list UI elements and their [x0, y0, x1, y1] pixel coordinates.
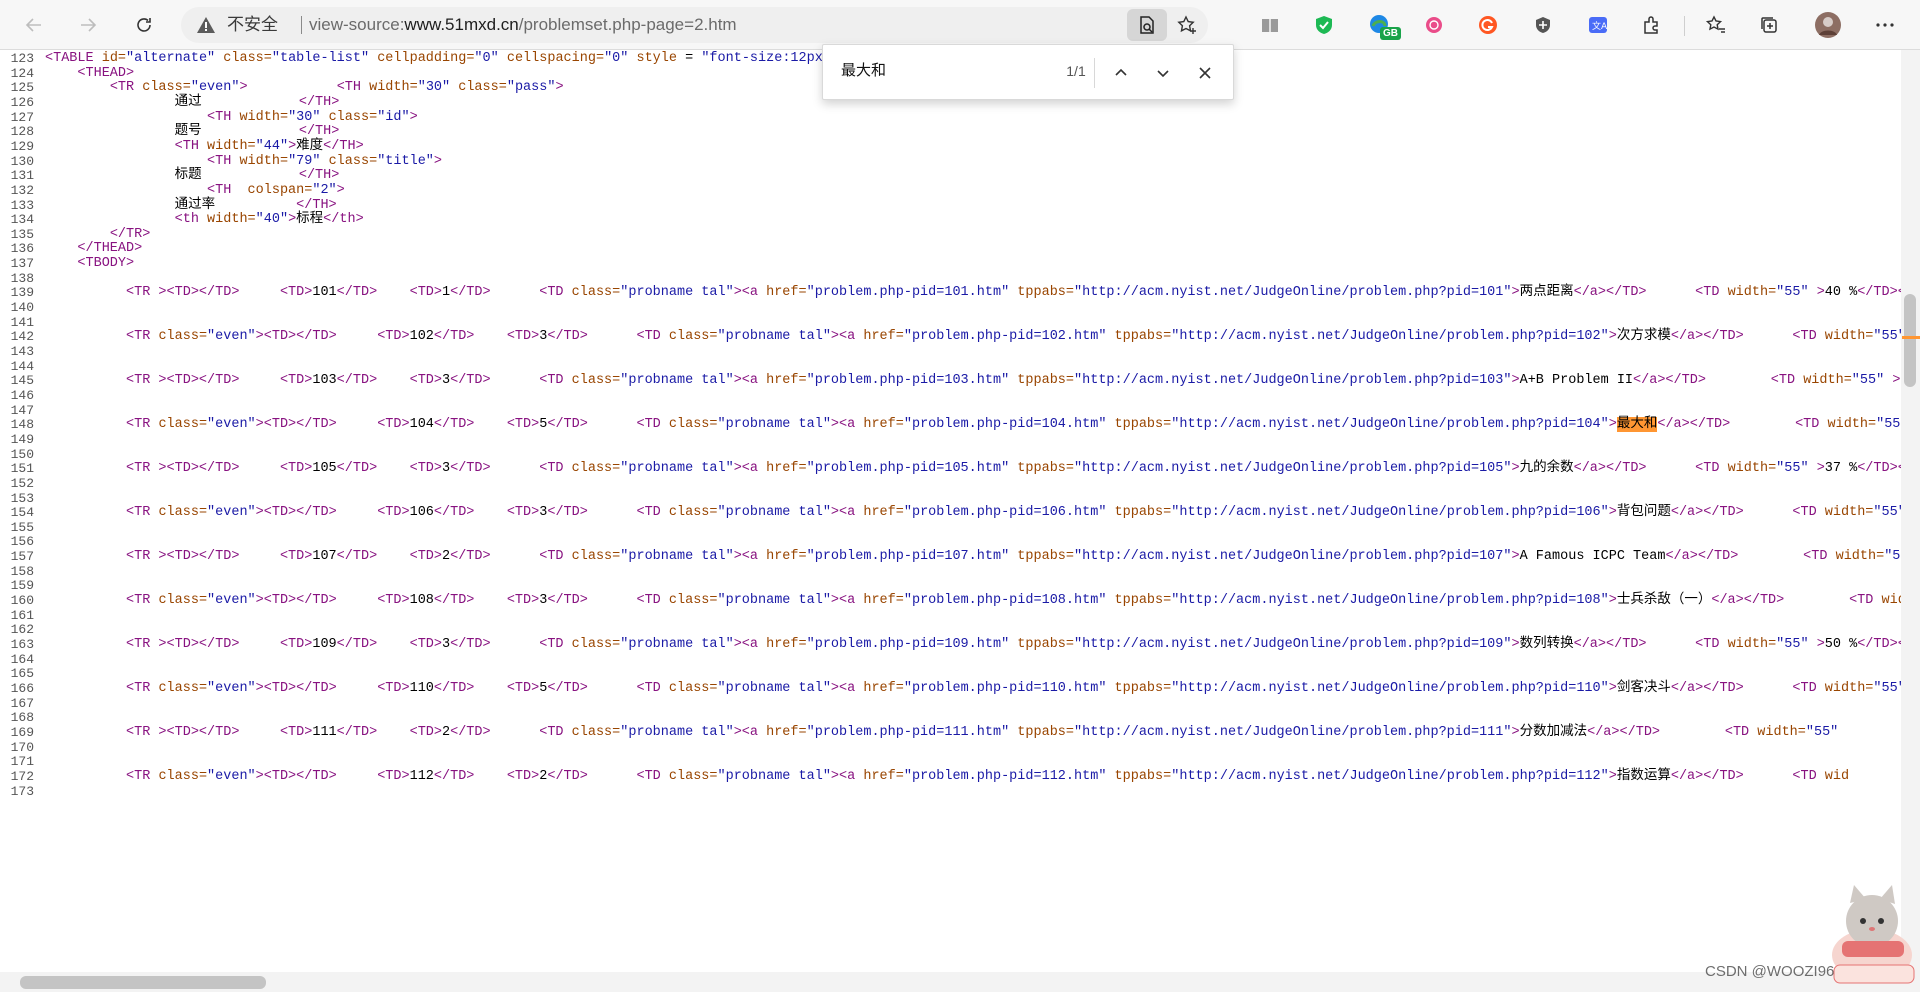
dribbble-extension[interactable]: [1418, 9, 1450, 41]
adblock-extension[interactable]: [1308, 9, 1340, 41]
cat-mascot-icon: [1832, 885, 1915, 984]
favorites-button[interactable]: [1700, 9, 1732, 41]
find-result-marker: [1902, 336, 1920, 339]
chevron-up-icon: [1115, 68, 1127, 76]
security-status-label[interactable]: 不安全: [227, 15, 278, 35]
shield-check-icon: [1316, 16, 1332, 34]
page-search-icon: [1140, 16, 1154, 34]
find-divider: [1094, 58, 1095, 88]
profile-button[interactable]: [1812, 9, 1844, 41]
add-favorite-button[interactable]: [1170, 9, 1204, 41]
address-separator: [301, 16, 302, 34]
source-line: <TBODY>: [77, 256, 135, 272]
star-plus-icon: [1177, 15, 1196, 34]
translate-extension[interactable]: 文A: [1582, 9, 1614, 41]
edge-extension[interactable]: GB: [1364, 9, 1401, 41]
find-close-button[interactable]: [1191, 59, 1219, 87]
vertical-scrollbar[interactable]: [1901, 50, 1920, 972]
warning-triangle-icon[interactable]: [196, 15, 216, 35]
browser-toolbar: 不安全 view-source:www.51mxd.cn/problemset.…: [0, 0, 1920, 50]
source-line: <TR ><TD></TD> <TD>107</TD> <TD>2</TD> <…: [126, 549, 1901, 565]
url-host: www.51mxd.cn: [404, 15, 519, 34]
forward-button[interactable]: [71, 8, 105, 42]
collections-icon: [1761, 17, 1777, 33]
url-path: /problemset.php-page=2.htm: [518, 15, 737, 34]
source-line: <TR ><TD></TD> <TD>101</TD> <TD>1</TD> <…: [126, 285, 1901, 301]
immersive-reader-extension[interactable]: [1254, 9, 1286, 41]
source-line: <TR class="even"><TD></TD> <TD>110</TD> …: [126, 680, 1901, 696]
source-line: <TR ><TD></TD> <TD>103</TD> <TD>3</TD> <…: [126, 373, 1901, 389]
line-number: 173: [10, 783, 34, 799]
puzzle-icon: [1644, 16, 1658, 34]
url-text[interactable]: view-source:www.51mxd.cn/problemset.php-…: [309, 15, 737, 35]
source-line: <TR class="even"><TD></TD> <TD>102</TD> …: [126, 329, 1901, 345]
avatar: [1815, 12, 1841, 38]
source-line: <TR class="even"><TD></TD> <TD>104</TD> …: [126, 417, 1901, 433]
source-line: <TR ><TD></TD> <TD>111</TD> <TD>2</TD> <…: [126, 724, 1839, 740]
close-icon: [1199, 67, 1211, 79]
vertical-scroll-thumb[interactable]: [1904, 294, 1916, 387]
collections-button[interactable]: [1753, 9, 1785, 41]
address-bar[interactable]: 不安全 view-source:www.51mxd.cn/problemset.…: [181, 7, 1208, 43]
source-line: <TR ><TD></TD> <TD>105</TD> <TD>3</TD> <…: [126, 461, 1901, 477]
svg-text:文A: 文A: [1592, 20, 1608, 32]
extensions-button[interactable]: [1636, 9, 1668, 41]
chevron-down-icon: [1157, 70, 1169, 78]
refresh-button[interactable]: [127, 8, 161, 42]
translate-icon: 文A: [1589, 17, 1608, 33]
grammar-extension[interactable]: [1472, 9, 1504, 41]
find-previous-button[interactable]: [1107, 59, 1135, 87]
toolbar-divider: [1684, 16, 1685, 36]
book-icon: [1262, 19, 1278, 32]
find-next-button[interactable]: [1149, 59, 1177, 87]
find-input[interactable]: [841, 61, 1031, 78]
back-button[interactable]: [17, 8, 51, 42]
privacy-extension[interactable]: [1527, 9, 1559, 41]
url-prefix: view-source:: [309, 15, 405, 34]
arrow-right-icon: [81, 18, 97, 32]
read-aloud-button[interactable]: [1127, 9, 1167, 41]
source-line: <TR class="even"><TD></TD> <TD>106</TD> …: [126, 505, 1901, 521]
shield-icon: [1536, 17, 1550, 33]
more-dots-icon: [1876, 23, 1894, 27]
horizontal-scroll-thumb[interactable]: [20, 976, 266, 989]
view-source-content[interactable]: 123 <TABLE id="alternate" class="table-li…: [0, 50, 1901, 972]
horizontal-scrollbar[interactable]: [0, 972, 1901, 992]
star-list-icon: [1705, 15, 1725, 33]
dribbble-icon: [1426, 17, 1442, 33]
extension-badge: GB: [1380, 27, 1401, 40]
source-line: <TR class="even"><TD></TD> <TD>112</TD> …: [126, 768, 1850, 784]
g-logo-icon: [1479, 16, 1497, 34]
arrow-left-icon: [25, 18, 41, 32]
refresh-icon: [137, 18, 151, 32]
settings-more-button[interactable]: [1869, 9, 1901, 41]
source-line: <TR ><TD></TD> <TD>109</TD> <TD>3</TD> <…: [126, 637, 1901, 652]
source-line: <TR class="even"><TD></TD> <TD>108</TD> …: [126, 593, 1901, 609]
find-bar: 1/1: [822, 44, 1234, 100]
